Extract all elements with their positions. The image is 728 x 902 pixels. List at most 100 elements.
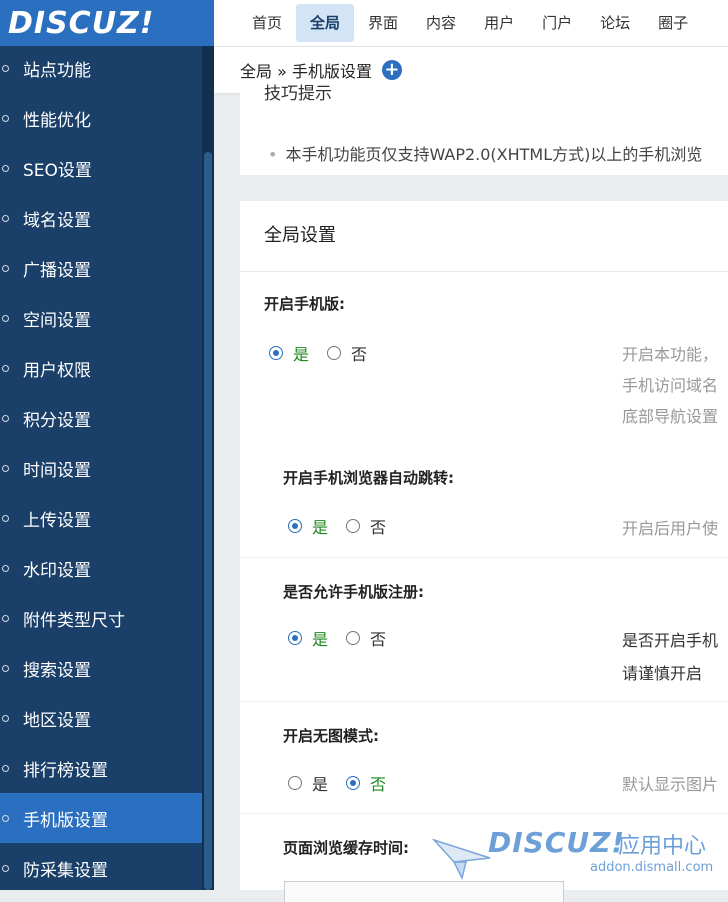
- top-navigation-bar: 首页 全局 界面 内容 用户 门户 论坛 圈子: [214, 0, 728, 47]
- sidebar-item[interactable]: 附件类型尺寸: [0, 593, 202, 643]
- sidebar-item[interactable]: 地区设置: [0, 693, 202, 743]
- sidebar-item[interactable]: 防采集设置: [0, 843, 202, 890]
- setting-label-no-image-mode: 开启无图模式:: [283, 727, 379, 745]
- desc-line: 开启后用户使: [622, 519, 719, 538]
- sidebar-item[interactable]: 时间设置: [0, 443, 202, 493]
- radio-yes-mobile-enable[interactable]: 是: [269, 341, 309, 365]
- section-title: 全局设置: [240, 201, 728, 272]
- bullet-circle-icon: [2, 614, 9, 622]
- discuz-logo[interactable]: DISCUZ!: [0, 0, 214, 46]
- radio-no-mobile-enable[interactable]: 否: [327, 341, 367, 365]
- setting-label-mobile-enable: 开启手机版:: [264, 295, 345, 313]
- bullet-circle-icon: [2, 764, 9, 772]
- top-nav-tab[interactable]: 门户: [528, 4, 586, 42]
- radio-checked-icon: [346, 776, 361, 790]
- sidebar-item[interactable]: 排行榜设置: [0, 743, 202, 793]
- radio-label-yes: 是: [312, 630, 329, 649]
- desc-line: 开启本功能，: [622, 345, 719, 364]
- sidebar-item[interactable]: 手机版设置: [0, 793, 202, 843]
- sidebar-item-label: 水印设置: [23, 560, 91, 581]
- bullet-circle-icon: [2, 664, 9, 672]
- sidebar-scrollbar-thumb[interactable]: [204, 152, 212, 890]
- divider: [240, 557, 728, 558]
- sidebar-item[interactable]: SEO设置: [0, 143, 202, 193]
- sidebar-item[interactable]: 域名设置: [0, 193, 202, 243]
- sidebar-item[interactable]: 积分设置: [0, 393, 202, 443]
- top-nav-tab[interactable]: 界面: [354, 4, 412, 42]
- radio-yes-no-image-mode[interactable]: 是: [288, 771, 328, 795]
- radio-group-mobile-enable: 是 否: [269, 341, 385, 365]
- radio-group-no-image-mode: 是 否: [288, 771, 404, 795]
- sidebar-item[interactable]: 用户权限: [0, 343, 202, 393]
- watermark-brand: DISCUZ!: [488, 826, 626, 859]
- sidebar-item-label: 搜索设置: [23, 660, 91, 681]
- divider: [240, 813, 728, 814]
- logo-text: DISCUZ!: [8, 5, 155, 41]
- tips-line-text: 本手机功能页仅支持WAP2.0(XHTML方式)以上的手机浏览: [285, 145, 703, 164]
- sidebar-item-label: 手机版设置: [23, 810, 108, 831]
- bullet-circle-icon: [2, 564, 9, 572]
- setting-label-mobile-register: 是否允许手机版注册:: [283, 583, 424, 601]
- desc-line: 手机访问域名: [622, 376, 719, 395]
- bullet-circle-icon: [2, 214, 9, 222]
- radio-label-no: 否: [370, 630, 387, 649]
- radio-no-mobile-register[interactable]: 否: [346, 626, 386, 650]
- setting-desc-auto-redirect: 开启后用户使: [622, 513, 718, 544]
- desc-line: 底部导航设置: [622, 407, 719, 426]
- radio-yes-auto-redirect[interactable]: 是: [288, 514, 328, 538]
- radio-group-mobile-register: 是 否: [288, 626, 404, 650]
- bullet-circle-icon: [2, 414, 9, 422]
- sidebar-item-label: 性能优化: [23, 110, 91, 131]
- sidebar-item[interactable]: 搜索设置: [0, 643, 202, 693]
- radio-checked-icon: [288, 519, 302, 533]
- radio-label-no: 否: [370, 518, 387, 537]
- bullet-circle-icon: [2, 814, 9, 822]
- sidebar-item-label: 广播设置: [23, 260, 91, 281]
- sidebar-item[interactable]: 性能优化: [0, 93, 202, 143]
- desc-line: 请谨慎开启: [622, 664, 703, 683]
- top-nav-tab[interactable]: 圈子: [644, 4, 702, 42]
- sidebar-item-label: 积分设置: [23, 410, 91, 431]
- bullet-circle-icon: [2, 364, 9, 372]
- sidebar-item[interactable]: 水印设置: [0, 543, 202, 593]
- watermark: DISCUZ! 应用中心 addon.dismall.com: [432, 826, 728, 890]
- radio-no-no-image-mode[interactable]: 否: [346, 771, 386, 795]
- sidebar-item[interactable]: 上传设置: [0, 493, 202, 543]
- bullet-circle-icon: [2, 864, 9, 872]
- bullet-circle-icon: [2, 114, 9, 122]
- sidebar-item-label: SEO设置: [23, 160, 92, 181]
- radio-label-yes: 是: [293, 345, 310, 364]
- add-shortcut-icon[interactable]: +: [381, 60, 402, 80]
- tips-panel: 技巧提示 • 本手机功能页仅支持WAP2.0(XHTML方式)以上的手机浏览: [240, 84, 728, 175]
- sidebar-item[interactable]: 空间设置: [0, 293, 202, 343]
- radio-unchecked-icon: [346, 631, 361, 645]
- radio-unchecked-icon: [327, 346, 342, 360]
- top-nav-tab[interactable]: 论坛: [586, 4, 644, 42]
- sidebar-item-label: 站点功能: [23, 60, 91, 81]
- sidebar-menu: 站点功能性能优化 SEO设置域名设置广播设置空间设置用户权限积分设置时间设置上传设…: [0, 43, 202, 890]
- sidebar-item-label: 时间设置: [23, 460, 91, 481]
- bullet-circle-icon: [2, 264, 9, 272]
- sidebar-item-label: 地区设置: [23, 710, 91, 731]
- bullet-circle-icon: [2, 164, 9, 172]
- sidebar-item-label: 域名设置: [23, 210, 91, 231]
- tips-line: • 本手机功能页仅支持WAP2.0(XHTML方式)以上的手机浏览: [268, 141, 702, 165]
- radio-group-auto-redirect: 是 否: [288, 514, 404, 538]
- bullet-icon: •: [268, 145, 278, 164]
- radio-no-auto-redirect[interactable]: 否: [346, 514, 386, 538]
- radio-checked-icon: [288, 631, 302, 645]
- desc-line: 是否开启手机: [622, 631, 719, 650]
- setting-desc-no-image-mode: 默认显示图片: [622, 769, 718, 800]
- radio-yes-mobile-register[interactable]: 是: [288, 626, 328, 650]
- top-nav-tab[interactable]: 用户: [470, 4, 528, 42]
- setting-desc-mobile-register: 是否开启手机 请谨慎开启: [622, 624, 718, 690]
- setting-label-auto-redirect: 开启手机浏览器自动跳转:: [283, 469, 454, 487]
- top-nav-tab[interactable]: 内容: [412, 4, 470, 42]
- top-nav-tab[interactable]: 全局: [296, 4, 355, 42]
- sidebar-item[interactable]: 站点功能: [0, 43, 202, 93]
- sidebar-item-label: 用户权限: [23, 360, 91, 381]
- sidebar-item[interactable]: 广播设置: [0, 243, 202, 293]
- radio-label-no: 否: [370, 775, 387, 794]
- top-nav-tab[interactable]: 首页: [238, 4, 296, 42]
- sidebar-item-label: 空间设置: [23, 310, 91, 331]
